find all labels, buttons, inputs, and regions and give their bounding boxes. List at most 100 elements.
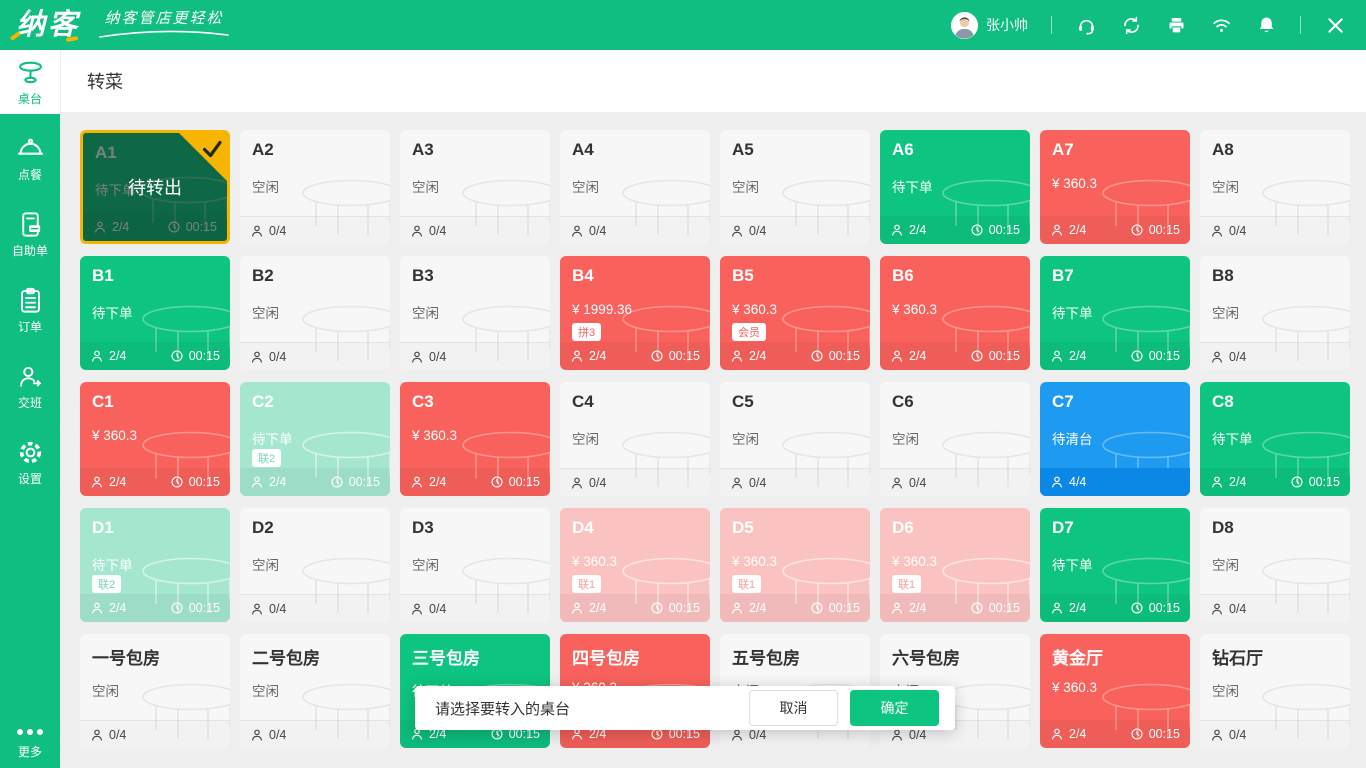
table-card[interactable]: A7 ¥ 360.3 2/4 00:15: [1040, 130, 1190, 244]
close-icon[interactable]: [1324, 14, 1346, 36]
table-card[interactable]: D4 ¥ 360.3 联1 2/4 00:15: [560, 508, 710, 622]
table-card[interactable]: C7 待清台 4/4: [1040, 382, 1190, 496]
table-card[interactable]: B1 待下单 2/4 00:15: [80, 256, 230, 370]
table-capacity: 2/4: [589, 601, 606, 615]
table-name: C1: [92, 392, 114, 412]
cloche-icon: [16, 134, 45, 163]
table-status: ¥ 360.3: [892, 554, 937, 569]
page-header: 转菜: [60, 50, 1366, 112]
clock-icon: [970, 223, 984, 237]
person-icon: [730, 224, 744, 238]
table-name: A2: [252, 140, 274, 160]
clock-icon: [1130, 223, 1144, 237]
table-name: C4: [572, 392, 594, 412]
person-icon: [1050, 727, 1064, 741]
table-card[interactable]: C4 空闲 0/4: [560, 382, 710, 496]
logo-text: 纳客: [16, 0, 80, 50]
table-time: 00:15: [1149, 727, 1180, 741]
sidebar-item-settings[interactable]: 设置: [0, 430, 60, 494]
clock-icon: [650, 601, 664, 615]
table-card[interactable]: A4 空闲 0/4: [560, 130, 710, 244]
table-card[interactable]: D3 空闲 0/4: [400, 508, 550, 622]
table-card[interactable]: B6 ¥ 360.3 2/4 00:15: [880, 256, 1030, 370]
table-capacity: 2/4: [1069, 223, 1086, 237]
wifi-icon[interactable]: [1210, 14, 1232, 36]
table-time: 00:15: [349, 475, 380, 489]
table-footer: 2/4 00:15: [1040, 342, 1190, 370]
table-card[interactable]: C8 待下单 2/4 00:15: [1200, 382, 1350, 496]
sidebar-item-self-order[interactable]: 自助单: [0, 202, 60, 266]
main-content: A1 待下单 2/4 00:15 待转出 A2 空闲: [60, 112, 1366, 768]
table-card[interactable]: B7 待下单 2/4 00:15: [1040, 256, 1190, 370]
table-card[interactable]: 黄金厅 ¥ 360.3 2/4 00:15: [1040, 634, 1190, 748]
printer-icon[interactable]: [1165, 14, 1187, 36]
table-card[interactable]: B5 ¥ 360.3 会员 2/4 00:15: [720, 256, 870, 370]
table-card[interactable]: 二号包房 空闲 0/4: [240, 634, 390, 748]
table-footer: 0/4: [1200, 594, 1350, 622]
table-capacity: 0/4: [269, 224, 286, 238]
table-status: ¥ 360.3: [572, 554, 617, 569]
table-name: 六号包房: [892, 644, 960, 669]
table-card[interactable]: B4 ¥ 1999.36 拼3 2/4 00:15: [560, 256, 710, 370]
table-footer: 2/4 00:15: [1040, 720, 1190, 748]
table-footer: 2/4 00:15: [80, 468, 230, 496]
table-status: ¥ 360.3: [1052, 680, 1097, 695]
table-card[interactable]: C2 待下单 联2 2/4 00:15: [240, 382, 390, 496]
table-card[interactable]: D6 ¥ 360.3 联1 2/4 00:15: [880, 508, 1030, 622]
sidebar-item-shift-change[interactable]: 交班: [0, 354, 60, 418]
table-card[interactable]: A1 待下单 2/4 00:15 待转出: [80, 130, 230, 244]
table-status: 空闲: [252, 176, 279, 196]
customer-service-icon[interactable]: [1075, 14, 1097, 36]
user-chip[interactable]: 张小帅: [951, 12, 1028, 39]
table-status: ¥ 360.3: [412, 428, 457, 443]
table-time: 00:15: [189, 475, 220, 489]
sync-icon[interactable]: [1120, 14, 1142, 36]
bell-icon[interactable]: [1255, 14, 1277, 36]
dialog-message: 请选择要转入的桌台: [435, 698, 749, 719]
table-status: 空闲: [1212, 554, 1239, 574]
cancel-button[interactable]: 取消: [749, 690, 838, 726]
table-card[interactable]: D5 ¥ 360.3 联1 2/4 00:15: [720, 508, 870, 622]
sidebar-item-tables[interactable]: 桌台: [0, 50, 60, 114]
person-icon: [1050, 475, 1064, 489]
table-card[interactable]: D2 空闲 0/4: [240, 508, 390, 622]
table-capacity: 0/4: [269, 350, 286, 364]
table-capacity: 2/4: [1069, 601, 1086, 615]
table-time: 00:15: [189, 349, 220, 363]
table-card[interactable]: C3 ¥ 360.3 2/4 00:15: [400, 382, 550, 496]
table-card[interactable]: D8 空闲 0/4: [1200, 508, 1350, 622]
table-card[interactable]: A5 空闲 0/4: [720, 130, 870, 244]
table-name: D4: [572, 518, 594, 538]
table-card[interactable]: C1 ¥ 360.3 2/4 00:15: [80, 382, 230, 496]
sidebar-item-order-dishes[interactable]: 点餐: [0, 126, 60, 190]
table-capacity: 0/4: [109, 728, 126, 742]
table-card[interactable]: A8 空闲 0/4: [1200, 130, 1350, 244]
table-card[interactable]: 一号包房 空闲 0/4: [80, 634, 230, 748]
table-card[interactable]: C5 空闲 0/4: [720, 382, 870, 496]
confirm-button[interactable]: 确定: [850, 690, 939, 726]
sidebar-item-orders[interactable]: 订单: [0, 278, 60, 342]
clock-icon: [490, 475, 504, 489]
table-capacity: 2/4: [109, 475, 126, 489]
table-time: 00:15: [189, 601, 220, 615]
table-card[interactable]: A3 空闲 0/4: [400, 130, 550, 244]
clock-icon: [330, 475, 344, 489]
table-card[interactable]: A6 待下单 2/4 00:15: [880, 130, 1030, 244]
table-time: 00:15: [1309, 475, 1340, 489]
table-card[interactable]: C6 空闲 0/4: [880, 382, 1030, 496]
table-card[interactable]: D7 待下单 2/4 00:15: [1040, 508, 1190, 622]
table-name: A7: [1052, 140, 1074, 160]
table-status: 空闲: [572, 428, 599, 448]
table-card[interactable]: D1 待下单 联2 2/4 00:15: [80, 508, 230, 622]
table-card[interactable]: 钻石厅 空闲 0/4: [1200, 634, 1350, 748]
table-card[interactable]: A2 空闲 0/4: [240, 130, 390, 244]
table-card[interactable]: B3 空闲 0/4: [400, 256, 550, 370]
table-name: D1: [92, 518, 114, 538]
table-name: B1: [92, 266, 114, 286]
table-footer: 0/4: [240, 720, 390, 748]
clock-icon: [1130, 601, 1144, 615]
table-name: C3: [412, 392, 434, 412]
table-card[interactable]: B2 空闲 0/4: [240, 256, 390, 370]
sidebar-item-more[interactable]: 更多: [0, 729, 60, 760]
table-card[interactable]: B8 空闲 0/4: [1200, 256, 1350, 370]
